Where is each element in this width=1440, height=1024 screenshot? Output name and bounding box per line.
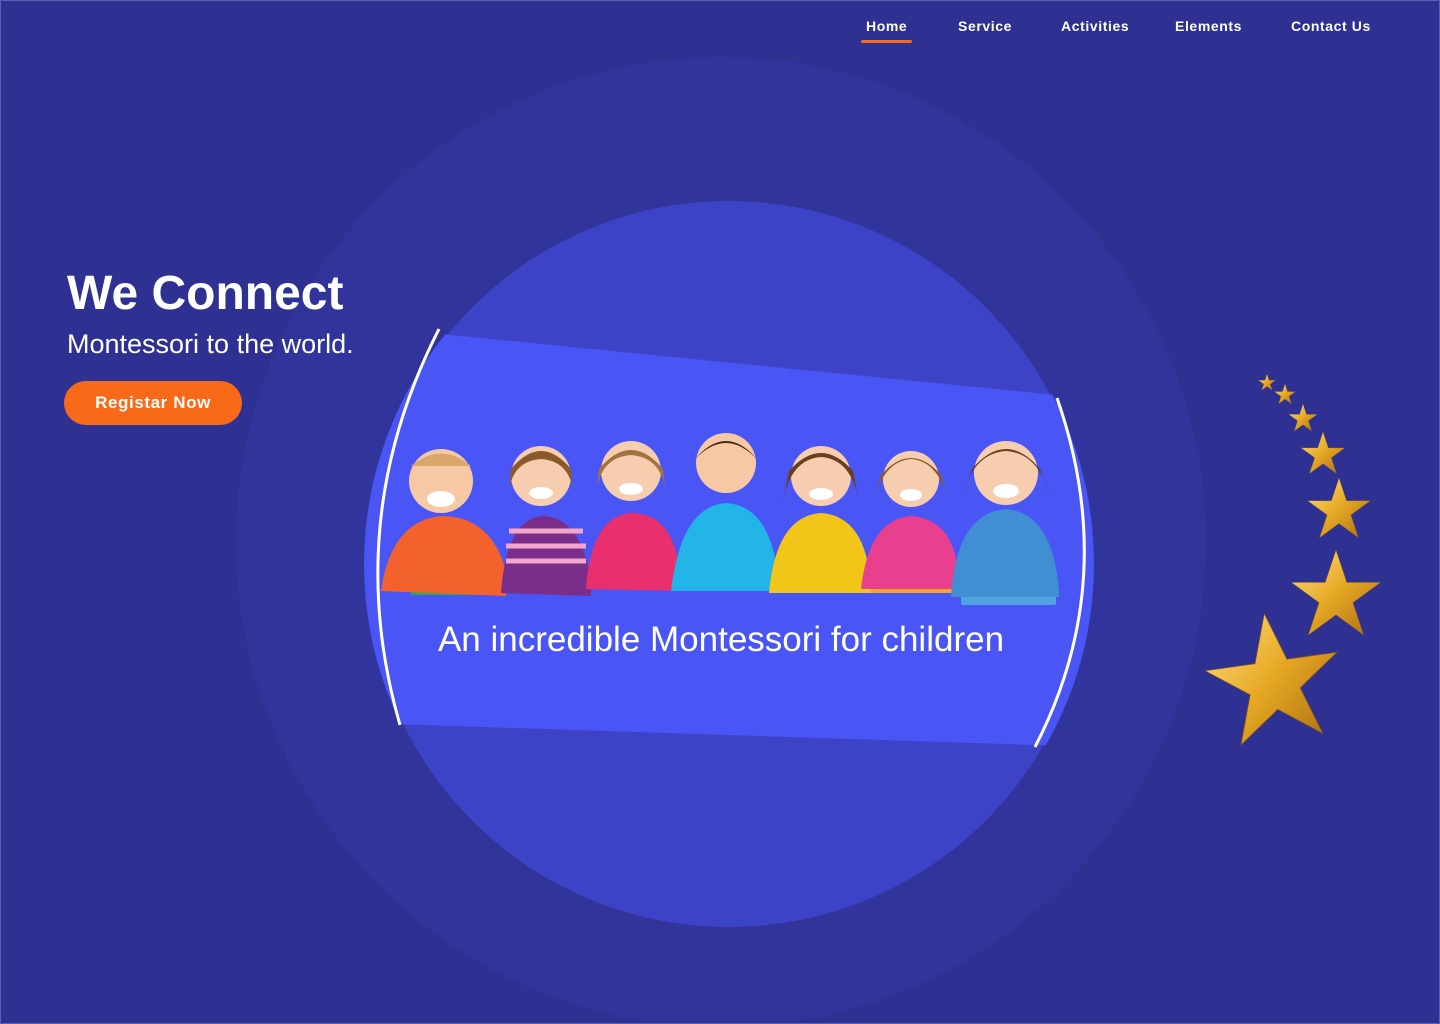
nav-item-elements[interactable]: Elements xyxy=(1175,18,1242,34)
children-group-photo xyxy=(381,433,1059,605)
gold-stars-icon xyxy=(1204,373,1382,746)
nav-item-home[interactable]: Home xyxy=(860,18,913,43)
hero-subtitle: Montessori to the world. xyxy=(67,329,354,359)
nav-item-activities[interactable]: Activities xyxy=(1061,18,1129,34)
register-now-button[interactable]: Registar Now xyxy=(64,381,242,425)
banner-caption: An incredible Montessori for children xyxy=(437,620,1005,659)
nav-item-service[interactable]: Service xyxy=(958,18,1012,34)
hero-title: We Connect xyxy=(67,267,344,320)
nav-item-contact-us[interactable]: Contact Us xyxy=(1291,18,1371,34)
page: An incredible Montessori for children We… xyxy=(0,0,1440,1024)
